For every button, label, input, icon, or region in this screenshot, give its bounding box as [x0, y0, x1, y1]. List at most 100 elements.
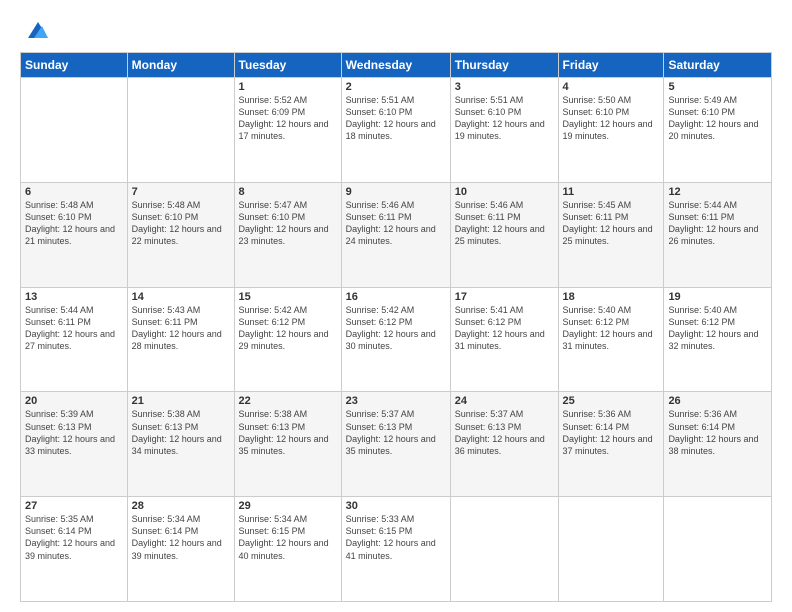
day-info: Sunrise: 5:44 AM Sunset: 6:11 PM Dayligh…: [668, 199, 767, 248]
day-info: Sunrise: 5:43 AM Sunset: 6:11 PM Dayligh…: [132, 304, 230, 353]
day-number: 2: [346, 81, 446, 93]
day-number: 29: [239, 500, 337, 512]
day-info: Sunrise: 5:49 AM Sunset: 6:10 PM Dayligh…: [668, 94, 767, 143]
day-number: 17: [455, 291, 554, 303]
calendar-week-row: 20Sunrise: 5:39 AM Sunset: 6:13 PM Dayli…: [21, 392, 772, 497]
calendar-cell: 5Sunrise: 5:49 AM Sunset: 6:10 PM Daylig…: [664, 78, 772, 183]
weekday-header: Tuesday: [234, 53, 341, 78]
calendar-cell: 16Sunrise: 5:42 AM Sunset: 6:12 PM Dayli…: [341, 287, 450, 392]
calendar-cell: 1Sunrise: 5:52 AM Sunset: 6:09 PM Daylig…: [234, 78, 341, 183]
weekday-header: Friday: [558, 53, 664, 78]
calendar-cell: [450, 497, 558, 602]
day-info: Sunrise: 5:34 AM Sunset: 6:15 PM Dayligh…: [239, 513, 337, 562]
day-info: Sunrise: 5:38 AM Sunset: 6:13 PM Dayligh…: [132, 408, 230, 457]
day-number: 21: [132, 395, 230, 407]
day-info: Sunrise: 5:34 AM Sunset: 6:14 PM Dayligh…: [132, 513, 230, 562]
day-number: 30: [346, 500, 446, 512]
calendar-cell: 8Sunrise: 5:47 AM Sunset: 6:10 PM Daylig…: [234, 182, 341, 287]
day-number: 28: [132, 500, 230, 512]
day-info: Sunrise: 5:51 AM Sunset: 6:10 PM Dayligh…: [455, 94, 554, 143]
day-info: Sunrise: 5:45 AM Sunset: 6:11 PM Dayligh…: [563, 199, 660, 248]
day-number: 4: [563, 81, 660, 93]
calendar-cell: [127, 78, 234, 183]
calendar-cell: 3Sunrise: 5:51 AM Sunset: 6:10 PM Daylig…: [450, 78, 558, 183]
day-info: Sunrise: 5:42 AM Sunset: 6:12 PM Dayligh…: [346, 304, 446, 353]
day-number: 23: [346, 395, 446, 407]
weekday-header: Monday: [127, 53, 234, 78]
day-info: Sunrise: 5:51 AM Sunset: 6:10 PM Dayligh…: [346, 94, 446, 143]
day-info: Sunrise: 5:44 AM Sunset: 6:11 PM Dayligh…: [25, 304, 123, 353]
calendar-cell: 22Sunrise: 5:38 AM Sunset: 6:13 PM Dayli…: [234, 392, 341, 497]
day-info: Sunrise: 5:39 AM Sunset: 6:13 PM Dayligh…: [25, 408, 123, 457]
day-number: 22: [239, 395, 337, 407]
day-info: Sunrise: 5:40 AM Sunset: 6:12 PM Dayligh…: [668, 304, 767, 353]
calendar-cell: 29Sunrise: 5:34 AM Sunset: 6:15 PM Dayli…: [234, 497, 341, 602]
day-number: 25: [563, 395, 660, 407]
calendar-week-row: 13Sunrise: 5:44 AM Sunset: 6:11 PM Dayli…: [21, 287, 772, 392]
calendar-cell: 6Sunrise: 5:48 AM Sunset: 6:10 PM Daylig…: [21, 182, 128, 287]
day-number: 1: [239, 81, 337, 93]
day-info: Sunrise: 5:42 AM Sunset: 6:12 PM Dayligh…: [239, 304, 337, 353]
calendar-cell: 4Sunrise: 5:50 AM Sunset: 6:10 PM Daylig…: [558, 78, 664, 183]
logo: [20, 16, 52, 44]
day-info: Sunrise: 5:36 AM Sunset: 6:14 PM Dayligh…: [563, 408, 660, 457]
calendar-cell: 13Sunrise: 5:44 AM Sunset: 6:11 PM Dayli…: [21, 287, 128, 392]
day-number: 3: [455, 81, 554, 93]
calendar-cell: 28Sunrise: 5:34 AM Sunset: 6:14 PM Dayli…: [127, 497, 234, 602]
calendar-cell: 14Sunrise: 5:43 AM Sunset: 6:11 PM Dayli…: [127, 287, 234, 392]
day-number: 7: [132, 186, 230, 198]
calendar-cell: [664, 497, 772, 602]
day-info: Sunrise: 5:41 AM Sunset: 6:12 PM Dayligh…: [455, 304, 554, 353]
calendar-cell: 23Sunrise: 5:37 AM Sunset: 6:13 PM Dayli…: [341, 392, 450, 497]
day-info: Sunrise: 5:33 AM Sunset: 6:15 PM Dayligh…: [346, 513, 446, 562]
day-number: 19: [668, 291, 767, 303]
calendar-week-row: 27Sunrise: 5:35 AM Sunset: 6:14 PM Dayli…: [21, 497, 772, 602]
day-info: Sunrise: 5:36 AM Sunset: 6:14 PM Dayligh…: [668, 408, 767, 457]
calendar-cell: 17Sunrise: 5:41 AM Sunset: 6:12 PM Dayli…: [450, 287, 558, 392]
day-info: Sunrise: 5:48 AM Sunset: 6:10 PM Dayligh…: [132, 199, 230, 248]
day-number: 11: [563, 186, 660, 198]
day-info: Sunrise: 5:52 AM Sunset: 6:09 PM Dayligh…: [239, 94, 337, 143]
day-info: Sunrise: 5:37 AM Sunset: 6:13 PM Dayligh…: [346, 408, 446, 457]
logo-icon: [24, 16, 52, 44]
day-info: Sunrise: 5:46 AM Sunset: 6:11 PM Dayligh…: [346, 199, 446, 248]
calendar-cell: [21, 78, 128, 183]
day-number: 16: [346, 291, 446, 303]
day-number: 12: [668, 186, 767, 198]
day-number: 10: [455, 186, 554, 198]
day-info: Sunrise: 5:50 AM Sunset: 6:10 PM Dayligh…: [563, 94, 660, 143]
calendar-cell: 15Sunrise: 5:42 AM Sunset: 6:12 PM Dayli…: [234, 287, 341, 392]
day-info: Sunrise: 5:40 AM Sunset: 6:12 PM Dayligh…: [563, 304, 660, 353]
header: [20, 16, 772, 44]
day-info: Sunrise: 5:47 AM Sunset: 6:10 PM Dayligh…: [239, 199, 337, 248]
day-number: 20: [25, 395, 123, 407]
day-info: Sunrise: 5:48 AM Sunset: 6:10 PM Dayligh…: [25, 199, 123, 248]
calendar-cell: 21Sunrise: 5:38 AM Sunset: 6:13 PM Dayli…: [127, 392, 234, 497]
day-number: 8: [239, 186, 337, 198]
calendar-cell: 27Sunrise: 5:35 AM Sunset: 6:14 PM Dayli…: [21, 497, 128, 602]
day-number: 9: [346, 186, 446, 198]
day-info: Sunrise: 5:38 AM Sunset: 6:13 PM Dayligh…: [239, 408, 337, 457]
calendar: SundayMondayTuesdayWednesdayThursdayFrid…: [20, 52, 772, 602]
calendar-cell: 18Sunrise: 5:40 AM Sunset: 6:12 PM Dayli…: [558, 287, 664, 392]
day-number: 15: [239, 291, 337, 303]
weekday-header: Sunday: [21, 53, 128, 78]
page: SundayMondayTuesdayWednesdayThursdayFrid…: [0, 0, 792, 612]
calendar-cell: 2Sunrise: 5:51 AM Sunset: 6:10 PM Daylig…: [341, 78, 450, 183]
calendar-cell: 26Sunrise: 5:36 AM Sunset: 6:14 PM Dayli…: [664, 392, 772, 497]
calendar-cell: 20Sunrise: 5:39 AM Sunset: 6:13 PM Dayli…: [21, 392, 128, 497]
day-info: Sunrise: 5:35 AM Sunset: 6:14 PM Dayligh…: [25, 513, 123, 562]
weekday-header: Saturday: [664, 53, 772, 78]
weekday-header: Wednesday: [341, 53, 450, 78]
day-number: 6: [25, 186, 123, 198]
day-number: 26: [668, 395, 767, 407]
day-number: 5: [668, 81, 767, 93]
calendar-header-row: SundayMondayTuesdayWednesdayThursdayFrid…: [21, 53, 772, 78]
calendar-week-row: 1Sunrise: 5:52 AM Sunset: 6:09 PM Daylig…: [21, 78, 772, 183]
calendar-cell: 30Sunrise: 5:33 AM Sunset: 6:15 PM Dayli…: [341, 497, 450, 602]
day-info: Sunrise: 5:37 AM Sunset: 6:13 PM Dayligh…: [455, 408, 554, 457]
calendar-cell: 10Sunrise: 5:46 AM Sunset: 6:11 PM Dayli…: [450, 182, 558, 287]
calendar-week-row: 6Sunrise: 5:48 AM Sunset: 6:10 PM Daylig…: [21, 182, 772, 287]
calendar-cell: 11Sunrise: 5:45 AM Sunset: 6:11 PM Dayli…: [558, 182, 664, 287]
calendar-cell: 9Sunrise: 5:46 AM Sunset: 6:11 PM Daylig…: [341, 182, 450, 287]
